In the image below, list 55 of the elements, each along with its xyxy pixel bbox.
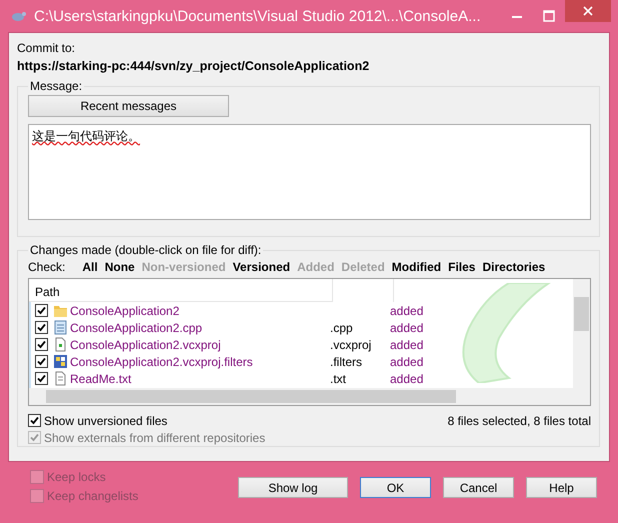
file-extension: .cpp	[330, 320, 354, 334]
group-legend: Message:	[28, 79, 84, 93]
close-button[interactable]	[565, 0, 611, 22]
close-icon[interactable]	[583, 6, 593, 16]
group-legend: Changes made (double-click on file for diff):	[28, 243, 264, 257]
row-checkbox[interactable]	[35, 372, 48, 385]
dialog-button[interactable]: OK	[360, 477, 431, 498]
file-path[interactable]: ConsoleApplication2.vcxproj.filters	[70, 354, 330, 368]
horizontal-scrollbar[interactable]	[29, 388, 590, 405]
maximize-icon[interactable]	[543, 10, 555, 22]
dialog-button[interactable]: Help	[526, 477, 597, 498]
file-extension: .txt	[330, 372, 348, 386]
dialog-button[interactable]: Cancel	[443, 477, 514, 498]
filter-link[interactable]: All	[82, 260, 98, 274]
notepad-icon	[53, 320, 68, 335]
column-header[interactable]: Path	[29, 279, 333, 302]
folder-icon	[53, 303, 68, 318]
file-status: added	[390, 354, 424, 368]
repository-url: https://starking-pc:444/svn/zy_project/ConsoleApplication2	[17, 59, 370, 75]
row-checkbox[interactable]	[35, 304, 48, 317]
option-checkbox[interactable]	[28, 414, 41, 427]
recent-messages-button[interactable]: Recent messages	[28, 95, 229, 117]
file-extension: .filters	[330, 354, 364, 368]
option-label: Keep changelists	[47, 489, 138, 503]
message-field[interactable]: 这是一句代码评论。	[28, 124, 591, 220]
check-label: Check:	[28, 260, 66, 274]
row-checkbox[interactable]	[35, 355, 48, 368]
file-status: added	[390, 320, 424, 334]
filter-link[interactable]: Modified	[392, 260, 442, 274]
file-path[interactable]: ConsoleApplication2.cpp	[70, 320, 330, 334]
window-title: C:\Users\starkingpku\Documents\Visual Studio 2012\...\ConsoleA...	[34, 8, 482, 24]
text-file-icon	[53, 371, 68, 386]
file-status: added	[390, 338, 424, 352]
file-extension: .vcxproj	[330, 338, 372, 352]
filter-link[interactable]: Versioned	[232, 260, 290, 274]
row-checkbox[interactable]	[35, 338, 48, 351]
filter-link[interactable]: Files	[448, 260, 476, 274]
file-path[interactable]: ReadMe.txt	[70, 372, 330, 386]
vertical-scrollbar[interactable]	[573, 279, 590, 388]
grid-icon	[53, 354, 68, 369]
file-status: added	[390, 372, 424, 386]
selection-summary: 8 files selected, 8 files total	[448, 413, 591, 430]
filter-link[interactable]: None	[104, 260, 135, 274]
row-checkbox[interactable]	[35, 321, 48, 334]
document-icon	[53, 337, 68, 352]
file-status: added	[390, 304, 424, 318]
dialog-button[interactable]: Show log	[238, 477, 348, 498]
file-path[interactable]: ConsoleApplication2	[70, 304, 330, 318]
option-label: Show unversioned files	[44, 414, 168, 428]
commit-to-label: Commit to:	[17, 41, 76, 57]
file-path[interactable]: ConsoleApplication2.vcxproj	[70, 338, 330, 352]
filter-link[interactable]: Directories	[482, 260, 546, 274]
option-label: Show externals from different repositories	[44, 430, 266, 444]
option-label: Keep locks	[47, 470, 106, 484]
turtle-icon	[10, 10, 26, 22]
